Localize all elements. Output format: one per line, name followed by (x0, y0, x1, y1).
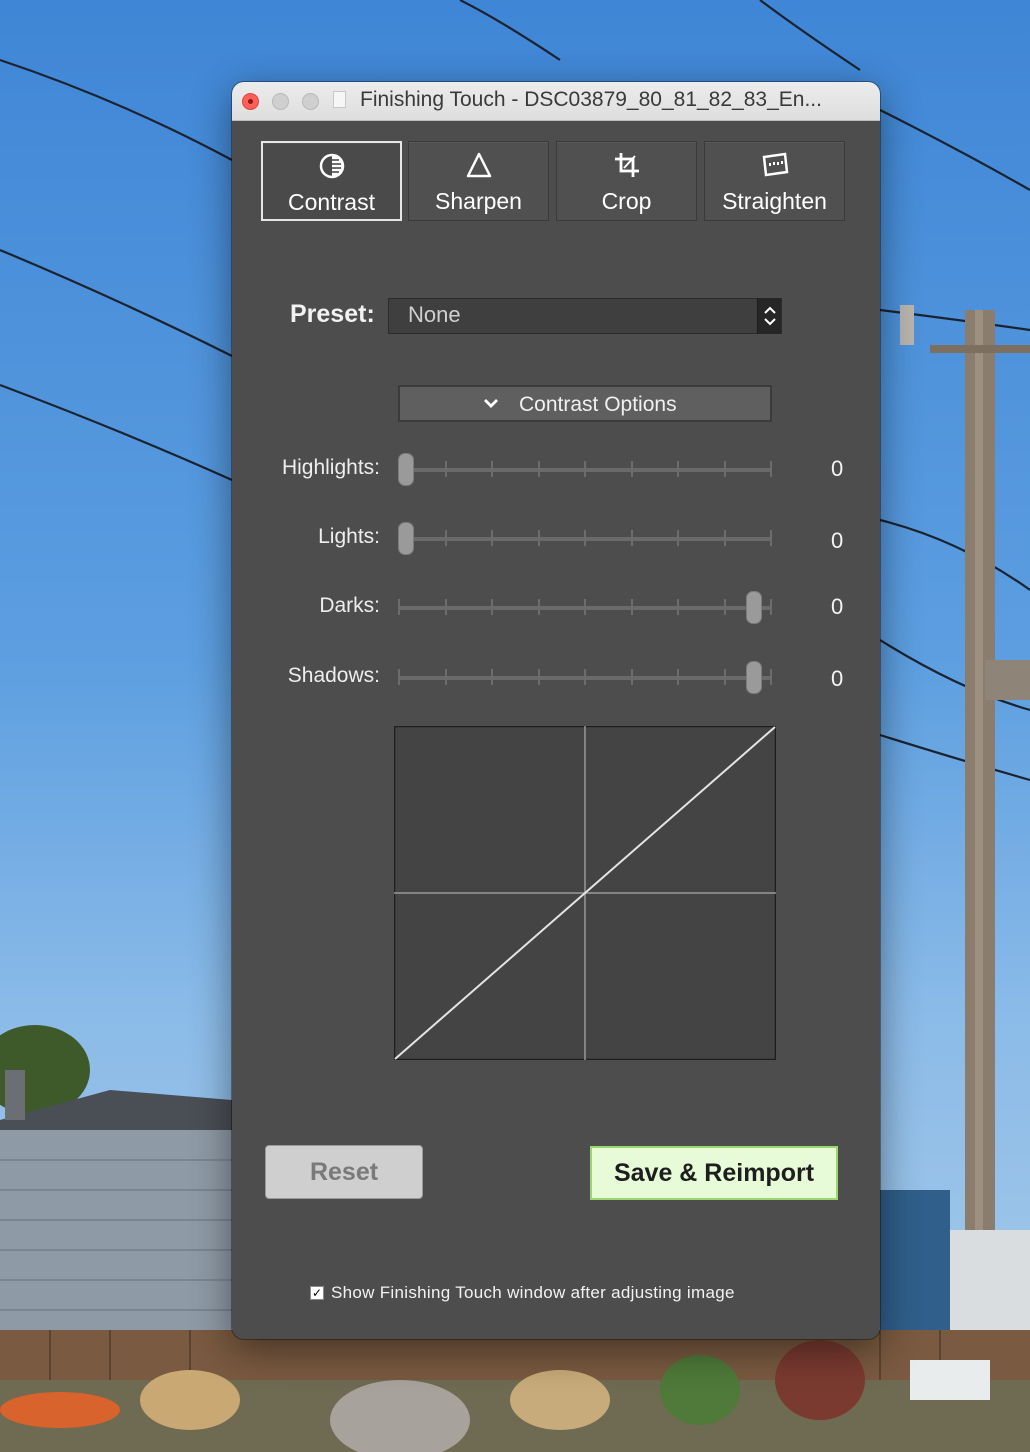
preset-label: Preset: (290, 300, 375, 328)
reset-button[interactable]: Reset (265, 1145, 423, 1199)
preset-stepper-icon[interactable] (757, 298, 781, 334)
slider-row-darks: Darks: 0 (232, 588, 880, 628)
slider-tick (584, 599, 586, 615)
slider-tick (444, 461, 447, 477)
slider-tick (770, 530, 772, 546)
slider-tick (770, 461, 772, 477)
slider-tick (770, 599, 772, 615)
slider-tick (537, 461, 540, 477)
contrast-options-button[interactable]: Contrast Options (398, 385, 772, 422)
show-window-checkbox[interactable]: ✓ (310, 1286, 324, 1300)
up-down-chevron-icon (764, 306, 776, 326)
chevron-down-icon (484, 399, 498, 408)
contrast-options-label: Contrast Options (519, 393, 677, 416)
save-reimport-button[interactable]: Save & Reimport (590, 1146, 838, 1200)
slider-tick (491, 461, 493, 477)
window-title: Finishing Touch - DSC03879_80_81_82_83_E… (360, 88, 822, 111)
preset-value: None (408, 302, 461, 327)
sharpen-triangle-icon (466, 152, 491, 178)
slider-tick (630, 669, 633, 685)
darks-value: 0 (831, 594, 844, 619)
tab-sharpen-label: Sharpen (435, 188, 522, 214)
slider-tick (630, 461, 633, 477)
document-icon (333, 91, 346, 108)
preset-select[interactable]: None (388, 298, 782, 334)
slider-tick (584, 461, 586, 477)
slider-tick (723, 669, 726, 685)
slider-tick (444, 530, 447, 546)
slider-row-highlights: Highlights: 0 (232, 450, 880, 490)
slider-tick (723, 461, 726, 477)
slider-tick (537, 669, 540, 685)
tab-crop-label: Crop (601, 188, 652, 214)
slider-tick (677, 530, 679, 546)
slider-tick (630, 530, 633, 546)
slider-tick (491, 599, 493, 615)
tab-crop[interactable]: Crop (556, 141, 697, 221)
lights-label: Lights: (318, 525, 380, 548)
slider-tick (444, 599, 447, 615)
minimize-window-button[interactable] (272, 93, 289, 110)
crop-icon (614, 153, 639, 177)
shadows-value: 0 (831, 666, 844, 691)
tab-contrast-label: Contrast (288, 189, 375, 215)
lights-value: 0 (831, 528, 844, 553)
slider-tick (537, 530, 540, 546)
darks-label: Darks: (319, 594, 380, 617)
contrast-icon (319, 153, 344, 179)
checkmark-icon: ✓ (311, 1286, 323, 1300)
slider-row-lights: Lights: 0 (232, 519, 880, 559)
zoom-window-button[interactable] (302, 93, 319, 110)
straighten-icon (762, 152, 788, 177)
darks-slider-thumb[interactable] (746, 591, 762, 624)
highlights-value: 0 (831, 456, 844, 481)
close-window-button[interactable] (242, 93, 259, 110)
shadows-slider-thumb[interactable] (746, 661, 762, 694)
slider-row-shadows: Shadows: 0 (232, 658, 880, 698)
tab-straighten-label: Straighten (722, 188, 827, 214)
tab-sharpen[interactable]: Sharpen (408, 141, 549, 221)
highlights-slider-thumb[interactable] (398, 453, 414, 486)
slider-tick (630, 599, 633, 615)
slider-tick (444, 669, 447, 685)
slider-tick (584, 530, 586, 546)
slider-tick (770, 669, 772, 685)
slider-tick (537, 599, 540, 615)
slider-tick (677, 599, 679, 615)
slider-tick (677, 669, 679, 685)
slider-tick (677, 461, 679, 477)
lights-slider-thumb[interactable] (398, 522, 414, 555)
tab-contrast[interactable]: Contrast (261, 141, 402, 221)
slider-tick (723, 599, 726, 615)
slider-tick (491, 669, 493, 685)
finishing-touch-window: Finishing Touch - DSC03879_80_81_82_83_E… (232, 82, 880, 1339)
tab-straighten[interactable]: Straighten (704, 141, 845, 221)
tone-curve-graph[interactable] (394, 726, 776, 1060)
slider-tick (491, 530, 493, 546)
slider-tick (723, 530, 726, 546)
slider-tick (398, 599, 400, 615)
slider-tick (398, 669, 400, 685)
highlights-label: Highlights: (281, 456, 380, 479)
slider-tick (584, 669, 586, 685)
shadows-label: Shadows: (287, 664, 380, 687)
title-bar[interactable]: Finishing Touch - DSC03879_80_81_82_83_E… (232, 82, 880, 121)
show-window-checkbox-label[interactable]: Show Finishing Touch window after adjust… (331, 1283, 735, 1303)
